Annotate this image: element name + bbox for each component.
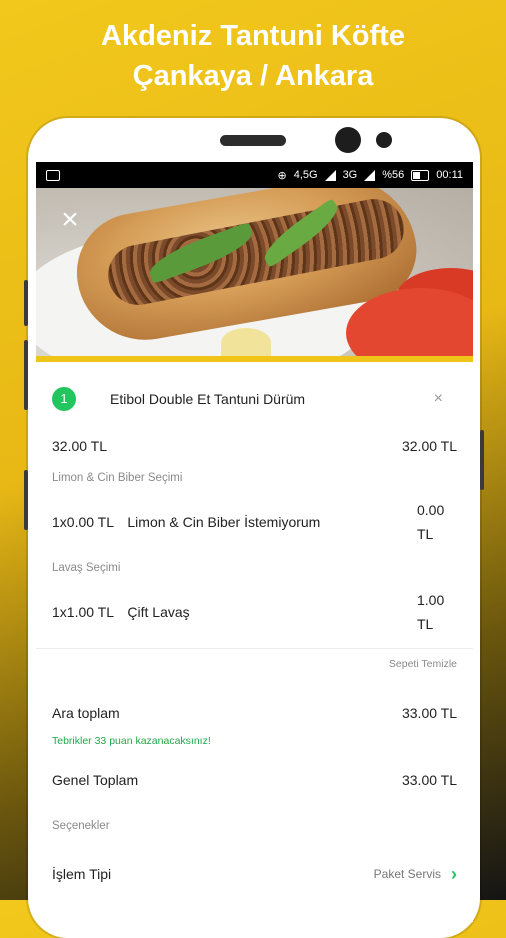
speaker-grille — [220, 135, 286, 146]
banner-line-2: Çankaya / Ankara — [132, 60, 374, 92]
chevron-right-icon: › — [451, 863, 457, 884]
option-total-amount: 1.00 — [417, 592, 445, 608]
grand-total-row: Genel Toplam 33.00 TL — [52, 757, 457, 803]
signal-icon-2 — [364, 169, 376, 181]
option-total: 0.00 TL — [417, 498, 457, 546]
option-total-currency: TL — [417, 526, 434, 542]
network-type-2: 3G — [342, 169, 358, 181]
volume-down-button — [24, 340, 28, 410]
order-type-row[interactable]: İşlem Tipi Paket Servis › — [52, 849, 457, 899]
close-icon[interactable]: × — [56, 205, 84, 235]
unit-price: 32.00 TL — [52, 438, 108, 454]
option-total-amount: 0.00 — [417, 502, 445, 518]
order-type-value: Paket Servis — [373, 867, 441, 881]
option-total-currency: TL — [417, 616, 434, 632]
product-image: × — [36, 188, 473, 362]
power-button — [480, 430, 484, 490]
cart-content: 1 Etibol Double Et Tantuni Dürüm × 32.00… — [36, 368, 473, 899]
option-qty-price: 1x1.00 TL — [52, 604, 114, 620]
subtotal-label: Ara toplam — [52, 705, 120, 721]
gallery-icon — [46, 169, 60, 181]
option-group-label: Lavaş Seçimi — [52, 562, 121, 574]
app-screen: ⊕ 4,5G 3G %56 00:11 × 1 Etibol Double Et… — [36, 162, 473, 922]
option-name: Limon & Cin Biber İstemiyorum — [127, 514, 321, 530]
option-group-label: Limon & Cin Biber Seçimi — [52, 472, 183, 484]
signal-icon — [324, 169, 336, 181]
option-row: 1x0.00 TL Limon & Cin Biber İstemiyorum … — [52, 492, 457, 552]
grand-total-value: 33.00 TL — [401, 772, 457, 788]
clear-cart-button[interactable]: Sepeti Temizle — [52, 649, 457, 679]
grand-total-label: Genel Toplam — [52, 772, 139, 788]
subtotal-row: Ara toplam 33.00 TL — [52, 691, 457, 735]
battery-percent: %56 — [382, 169, 405, 181]
phone-frame: ⊕ 4,5G 3G %56 00:11 × 1 Etibol Double Et… — [24, 118, 484, 938]
front-camera — [335, 127, 361, 153]
lemon-shape — [221, 328, 271, 356]
remove-item-button[interactable]: × — [434, 390, 443, 408]
side-button — [24, 470, 28, 530]
option-total: 1.00 TL — [417, 588, 457, 636]
points-message: Tebrikler 33 puan kazanacaksınız! — [52, 735, 211, 747]
options-section-label: Seçenekler — [52, 820, 110, 832]
option-qty-price: 1x0.00 TL — [52, 514, 114, 530]
network-type-1: 4,5G — [293, 169, 318, 181]
clock: 00:11 — [436, 169, 463, 181]
subtotal-value: 33.00 TL — [401, 705, 457, 721]
item-price-row: 32.00 TL 32.00 TL — [52, 430, 457, 462]
proximity-sensor — [376, 132, 392, 148]
data-saver-icon: ⊕ — [277, 169, 287, 182]
option-row: 1x1.00 TL Çift Lavaş 1.00 TL — [52, 582, 457, 642]
banner-line-1: Akdeniz Tantuni Köfte — [101, 20, 405, 52]
option-name: Çift Lavaş — [127, 604, 190, 620]
quantity-badge: 1 — [52, 387, 76, 411]
item-name: Etibol Double Et Tantuni Dürüm — [110, 391, 306, 407]
volume-up-button — [24, 280, 28, 326]
battery-icon — [411, 169, 430, 181]
cart-item-header: 1 Etibol Double Et Tantuni Dürüm × — [52, 368, 457, 430]
status-bar: ⊕ 4,5G 3G %56 00:11 — [36, 162, 473, 188]
order-type-label: İşlem Tipi — [52, 866, 112, 882]
banner-headline: Akdeniz Tantuni Köfte Çankaya / Ankara — [0, 16, 506, 96]
item-total: 32.00 TL — [401, 438, 457, 454]
